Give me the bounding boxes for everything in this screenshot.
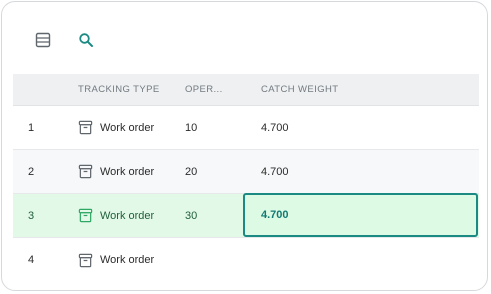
operation-cell[interactable]: 10 — [185, 106, 251, 149]
column-header-operation[interactable]: OPER... — [185, 74, 251, 105]
column-header-catch-weight[interactable]: CATCH WEIGHT — [261, 74, 479, 105]
table-row[interactable]: 1 Work order 10 4.700 — [13, 106, 479, 150]
tracking-type-cell[interactable]: Work order — [78, 106, 182, 149]
operation-cell[interactable] — [185, 238, 251, 282]
archive-box-icon — [78, 164, 93, 179]
column-header-tracking-type[interactable]: TRACKING TYPE — [78, 74, 182, 105]
data-grid: TRACKING TYPE OPER... CATCH WEIGHT 1 Wor… — [13, 74, 479, 282]
catch-weight-cell-focused[interactable]: 4.700 — [243, 193, 478, 237]
row-number: 1 — [28, 121, 35, 134]
tracking-type-cell[interactable]: Work order — [78, 150, 182, 193]
toolbar — [2, 2, 487, 74]
tracking-type-label: Work order — [100, 121, 155, 134]
column-header-number[interactable] — [28, 74, 68, 105]
tracking-type-label: Work order — [100, 165, 155, 178]
table-row[interactable]: 2 Work order 20 4.700 — [13, 150, 479, 194]
catch-weight-cell[interactable]: 4.700 — [261, 106, 479, 149]
operation-cell[interactable]: 30 — [185, 194, 251, 237]
list-icon — [35, 32, 51, 48]
tracking-type-label: Work order — [100, 209, 155, 222]
tracking-type-cell[interactable]: Work order — [78, 194, 182, 237]
list-view-button[interactable] — [31, 28, 55, 52]
row-number: 3 — [28, 209, 35, 222]
search-icon — [79, 33, 93, 47]
operation-cell[interactable]: 20 — [185, 150, 251, 193]
tracking-type-label: Work order — [100, 254, 155, 266]
search-button[interactable] — [74, 28, 98, 52]
tracking-type-cell[interactable]: Work order — [78, 238, 182, 282]
row-number: 4 — [28, 254, 35, 266]
archive-box-icon — [78, 120, 93, 135]
table-row[interactable]: 4 Work order — [13, 238, 479, 282]
row-number: 2 — [28, 165, 35, 178]
grid-header: TRACKING TYPE OPER... CATCH WEIGHT — [13, 74, 479, 106]
table-row-selected[interactable]: 3 Work order 30 4.700 — [13, 193, 479, 238]
catch-weight-cell[interactable] — [261, 238, 479, 282]
grid-card: TRACKING TYPE OPER... CATCH WEIGHT 1 Wor… — [1, 1, 488, 291]
archive-box-icon — [78, 208, 93, 223]
catch-weight-cell[interactable]: 4.700 — [261, 150, 479, 193]
catch-weight-value: 4.700 — [261, 209, 289, 221]
archive-box-icon — [78, 253, 93, 267]
